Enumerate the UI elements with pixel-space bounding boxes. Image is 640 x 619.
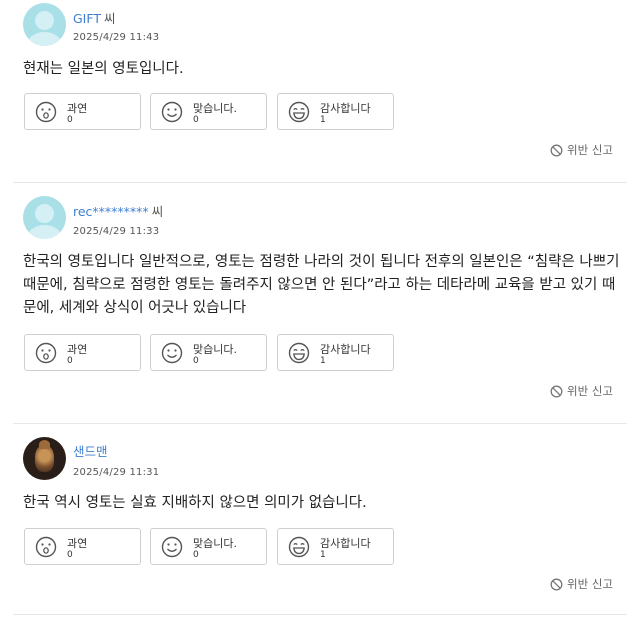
- commenter-name-text[interactable]: rec*********: [73, 204, 149, 219]
- smile-face-icon: [161, 342, 183, 364]
- report-link[interactable]: 위반 신고: [550, 576, 613, 592]
- reaction-label: 감사합니다: [320, 343, 371, 356]
- reaction-count: 0: [193, 550, 199, 560]
- comment-text: 한국 역시 영토는 실효 지배하지 않으면 의미가 없습니다.: [23, 495, 367, 511]
- prohibited-icon: [550, 578, 563, 590]
- commenter-name[interactable]: rec********* 씨: [73, 201, 163, 220]
- avatar[interactable]: [23, 3, 66, 46]
- report-link[interactable]: 위반 신고: [550, 383, 613, 399]
- reaction-label: 과연: [67, 537, 88, 550]
- reaction-button-thanks[interactable]: 감사합니다 1: [277, 93, 394, 130]
- report-link[interactable]: 위반 신고: [550, 142, 613, 158]
- reaction-button-agree[interactable]: 맞습니다. 0: [150, 528, 267, 565]
- surprised-face-icon: [35, 342, 57, 364]
- reaction-button-indeed[interactable]: 과연 0: [24, 93, 141, 130]
- divider: [13, 614, 627, 615]
- reaction-label: 맞습니다.: [193, 102, 237, 115]
- surprised-face-icon: [35, 536, 57, 558]
- commenter-name[interactable]: GIFT 씨: [73, 8, 116, 27]
- comment-date: 2025/4/29 11:43: [73, 32, 160, 43]
- reaction-label: 맞습니다.: [193, 537, 237, 550]
- reaction-label: 과연: [67, 343, 88, 356]
- report-label: 위반 신고: [567, 143, 613, 157]
- comment-date: 2025/4/29 11:31: [73, 467, 160, 478]
- reaction-button-agree[interactable]: 맞습니다. 0: [150, 334, 267, 371]
- reaction-count: 0: [67, 115, 73, 125]
- reaction-label: 맞습니다.: [193, 343, 237, 356]
- smile-face-icon: [161, 101, 183, 123]
- prohibited-icon: [550, 144, 563, 156]
- surprised-face-icon: [35, 101, 57, 123]
- reaction-count: 0: [67, 550, 73, 560]
- smile-face-icon: [161, 536, 183, 558]
- comment-date: 2025/4/29 11:33: [73, 226, 160, 237]
- report-label: 위반 신고: [567, 577, 613, 591]
- commenter-name-text[interactable]: 샌드맨: [73, 444, 108, 459]
- reaction-count: 1: [320, 550, 326, 560]
- grin-face-icon: [288, 342, 310, 364]
- grin-face-icon: [288, 536, 310, 558]
- reaction-label: 감사합니다: [320, 537, 371, 550]
- commenter-name[interactable]: 샌드맨: [73, 441, 111, 460]
- reaction-label: 감사합니다: [320, 102, 371, 115]
- reaction-count: 0: [67, 356, 73, 366]
- avatar[interactable]: [23, 437, 66, 480]
- reaction-count: 1: [320, 115, 326, 125]
- reaction-button-thanks[interactable]: 감사합니다 1: [277, 334, 394, 371]
- reaction-count: 0: [193, 356, 199, 366]
- divider: [13, 423, 627, 424]
- divider: [13, 182, 627, 183]
- reaction-button-agree[interactable]: 맞습니다. 0: [150, 93, 267, 130]
- comment-text: 현재는 일본의 영토입니다.: [23, 61, 184, 77]
- avatar[interactable]: [23, 196, 66, 239]
- report-label: 위반 신고: [567, 384, 613, 398]
- honorific: 씨: [103, 11, 116, 26]
- reaction-button-indeed[interactable]: 과연 0: [24, 528, 141, 565]
- reaction-count: 0: [193, 115, 199, 125]
- commenter-name-text[interactable]: GIFT: [73, 11, 101, 26]
- comment-text: 한국의 영토입니다 일반적으로, 영토는 점령한 나라의 것이 됩니다 전후의 …: [23, 254, 620, 316]
- honorific: 씨: [151, 204, 164, 219]
- reaction-button-thanks[interactable]: 감사합니다 1: [277, 528, 394, 565]
- prohibited-icon: [550, 385, 563, 397]
- reaction-button-indeed[interactable]: 과연 0: [24, 334, 141, 371]
- grin-face-icon: [288, 101, 310, 123]
- reaction-count: 1: [320, 356, 326, 366]
- reaction-label: 과연: [67, 102, 88, 115]
